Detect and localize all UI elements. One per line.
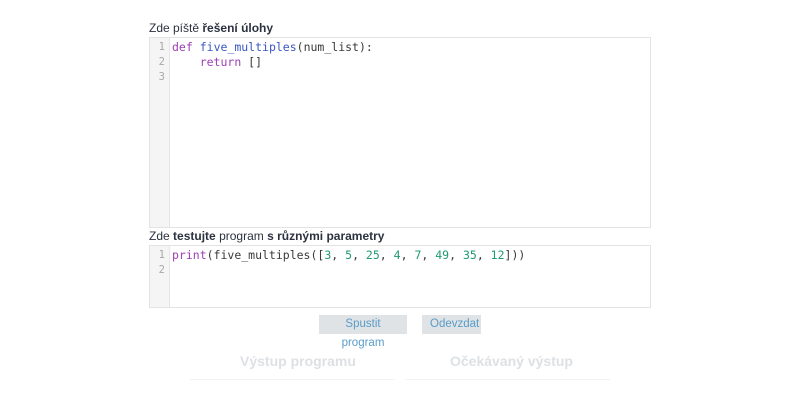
number-argument: 4 <box>393 248 401 262</box>
expected-output-divider <box>405 379 610 380</box>
line-number: 2 <box>158 56 165 68</box>
solution-editor[interactable]: 1 2 3 def five_multiples(num_list): retu… <box>149 37 651 228</box>
number-argument: 12 <box>490 248 505 262</box>
solution-label-prefix: Zde píště <box>149 21 200 35</box>
argument-separator: , <box>352 248 366 262</box>
argument-list: 3, 5, 25, 4, 7, 49, 35, 12 <box>324 248 504 262</box>
submit-button[interactable]: Odevzdat <box>422 315 481 334</box>
test-label: Zde testujte program s různými parametry <box>149 229 384 243</box>
return-value: [] <box>241 55 263 69</box>
argument-separator: , <box>421 248 436 262</box>
number-argument: 49 <box>435 248 450 262</box>
argument-separator: , <box>476 248 491 262</box>
line-number: 2 <box>158 264 165 276</box>
argument-separator: , <box>400 248 415 262</box>
test-editor[interactable]: 1 2 print(five_multiples([3, 5, 25, 4, 7… <box>149 245 651 308</box>
test-label-bold2: s různými parametry <box>267 229 385 243</box>
function-name: five_multiples <box>199 40 297 54</box>
program-output-divider <box>190 379 395 380</box>
keyword-def: def <box>172 40 193 54</box>
argument-separator: , <box>379 248 394 262</box>
code-line[interactable] <box>172 70 650 85</box>
test-code[interactable]: print(five_multiples([3, 5, 25, 4, 7, 49… <box>170 246 650 307</box>
program-output-title: Výstup programu <box>240 353 356 369</box>
expected-output-title: Očekávaný výstup <box>450 353 573 369</box>
line-number: 3 <box>158 71 165 83</box>
test-gutter: 1 2 <box>150 246 170 307</box>
call-open: (five_multiples([ <box>206 248 325 262</box>
code-line[interactable]: print(five_multiples([3, 5, 25, 4, 7, 49… <box>172 248 650 263</box>
test-label-prefix: Zde <box>149 229 170 243</box>
test-label-middle: program <box>219 229 264 243</box>
line-number: 1 <box>158 249 165 261</box>
run-program-button[interactable]: Spustit program <box>319 315 407 349</box>
line-number: 1 <box>158 41 165 53</box>
argument-separator: , <box>331 248 346 262</box>
solution-code[interactable]: def five_multiples(num_list): return [] <box>170 38 650 227</box>
solution-gutter: 1 2 3 <box>150 38 170 227</box>
code-line[interactable]: return [] <box>172 55 650 70</box>
number-argument: 35 <box>462 248 477 262</box>
keyword-return: return <box>199 55 242 69</box>
number-argument: 25 <box>365 248 380 262</box>
function-params: (num_list): <box>296 40 373 54</box>
print-call: print <box>172 248 207 262</box>
solution-label: Zde píště řešení úlohy <box>149 21 273 35</box>
test-label-bold1: testujte <box>173 229 216 243</box>
argument-separator: , <box>449 248 463 262</box>
call-close: ])) <box>504 248 526 262</box>
code-line[interactable] <box>172 263 650 278</box>
solution-label-bold: řešení úlohy <box>202 21 274 35</box>
code-line[interactable]: def five_multiples(num_list): <box>172 40 650 55</box>
